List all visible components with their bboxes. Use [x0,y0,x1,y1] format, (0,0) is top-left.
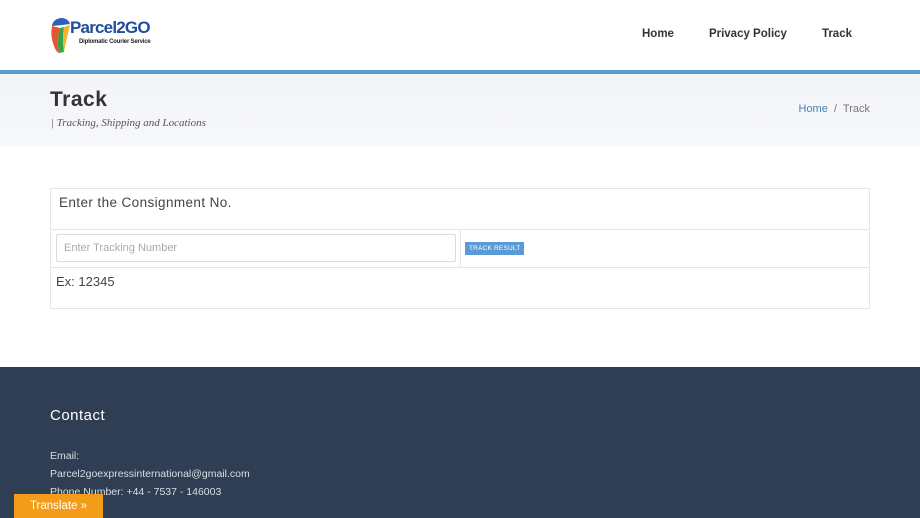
site-logo[interactable]: Parcel2GO Diplomatic Courier Service [50,16,154,54]
tracking-number-input[interactable] [56,234,456,262]
breadcrumb-home-link[interactable]: Home [799,103,828,115]
nav-privacy-policy-link[interactable]: Privacy Policy [709,28,787,40]
tracking-form: Enter the Consignment No. TRACK RESULT E… [50,188,870,309]
footer-contact-title: Contact [50,407,106,424]
breadcrumb: Home / Track [799,103,871,115]
footer-contact-info: Email: Parcel2goexpressinternational@gma… [50,447,250,501]
main-nav: Home Privacy Policy Track [642,28,852,40]
footer-email-label: Email: [50,450,80,462]
tracking-heading: Enter the Consignment No. [59,195,232,210]
footer-email[interactable]: Parcel2goexpressinternational@gmail.com [50,465,250,483]
table-divider [460,230,461,267]
table-divider [51,267,869,268]
translate-button[interactable]: Translate » [14,494,103,518]
page-title-bar [0,74,920,146]
page-title: Track [50,88,108,111]
page-subtitle: | Tracking, Shipping and Locations [51,117,206,129]
breadcrumb-separator: / [833,103,837,115]
logo-tagline: Diplomatic Courier Service [79,39,151,45]
breadcrumb-current: Track [842,103,870,115]
tracking-example: Ex: 12345 [56,274,115,289]
track-result-button[interactable]: TRACK RESULT [465,242,525,255]
site-header: Parcel2GO Diplomatic Courier Service Hom… [0,0,920,70]
site-footer: Contact Email: Parcel2goexpressinternati… [0,367,920,518]
logo-wordmark: Parcel2GO [70,18,151,37]
nav-track-link[interactable]: Track [822,28,852,40]
nav-home-link[interactable]: Home [642,28,674,40]
